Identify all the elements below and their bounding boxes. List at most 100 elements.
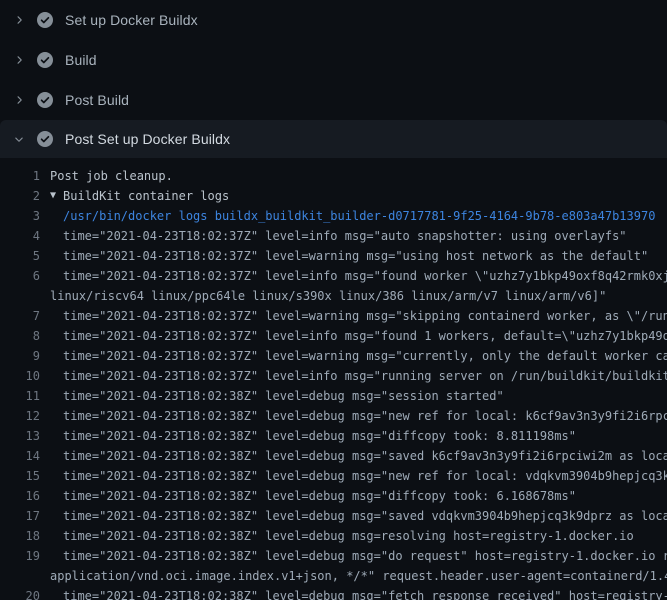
log-row: application/vnd.oci.image.index.v1+json,… xyxy=(0,566,667,586)
log-line-number[interactable]: 2 xyxy=(0,186,40,206)
log-line-number[interactable]: 6 xyxy=(0,266,40,286)
log-row: 6 time="2021-04-23T18:02:37Z" level=info… xyxy=(0,266,667,286)
log-line-text: time="2021-04-23T18:02:37Z" level=warnin… xyxy=(63,306,667,326)
log-row: 10 time="2021-04-23T18:02:37Z" level=inf… xyxy=(0,366,667,386)
chevron-right-icon xyxy=(13,94,25,106)
step-label: Post Set up Docker Buildx xyxy=(65,131,230,147)
log-line-content: time="2021-04-23T18:02:37Z" level=warnin… xyxy=(63,246,667,266)
log-line-text: application/vnd.oci.image.index.v1+json,… xyxy=(50,566,667,586)
log-panel: 1 Post job cleanup. 2 ▼ BuildKit containe… xyxy=(0,158,667,600)
chevron-right-icon xyxy=(13,54,25,66)
step-row-post-build[interactable]: Post Build xyxy=(0,80,667,120)
step-label: Post Build xyxy=(65,92,129,108)
log-line-text: BuildKit container logs xyxy=(63,186,229,206)
log-line-number[interactable]: 12 xyxy=(0,406,40,426)
log-line-number xyxy=(0,566,40,586)
log-line-content: time="2021-04-23T18:02:38Z" level=debug … xyxy=(63,586,667,600)
log-line-number[interactable]: 14 xyxy=(0,446,40,466)
log-row: 4 time="2021-04-23T18:02:37Z" level=info… xyxy=(0,226,667,246)
steps-list: Set up Docker Buildx Build xyxy=(0,0,667,158)
chevron-down-icon xyxy=(13,133,25,145)
log-line-number[interactable]: 5 xyxy=(0,246,40,266)
step-row-build[interactable]: Build xyxy=(0,40,667,80)
log-line-text: time="2021-04-23T18:02:37Z" level=info m… xyxy=(63,266,667,286)
log-row: 12 time="2021-04-23T18:02:38Z" level=deb… xyxy=(0,406,667,426)
log-line-text: time="2021-04-23T18:02:38Z" level=debug … xyxy=(63,386,504,406)
log-line-number xyxy=(0,286,40,306)
log-row: 14 time="2021-04-23T18:02:38Z" level=deb… xyxy=(0,446,667,466)
log-row: 7 time="2021-04-23T18:02:37Z" level=warn… xyxy=(0,306,667,326)
log-line-number[interactable]: 20 xyxy=(0,586,40,600)
step-label: Set up Docker Buildx xyxy=(65,12,198,28)
group-collapse-icon[interactable]: ▼ xyxy=(50,186,56,206)
log-line-content: time="2021-04-23T18:02:38Z" level=debug … xyxy=(63,426,667,446)
log-row: 17 time="2021-04-23T18:02:38Z" level=deb… xyxy=(0,506,667,526)
log-line-content: Post job cleanup. xyxy=(50,166,667,186)
log-line-text: time="2021-04-23T18:02:37Z" level=info m… xyxy=(63,366,667,386)
log-line-text: /usr/bin/docker logs buildx_buildkit_bui… xyxy=(63,206,655,226)
log-row: 11 time="2021-04-23T18:02:38Z" level=deb… xyxy=(0,386,667,406)
log-line-content: time="2021-04-23T18:02:37Z" level=info m… xyxy=(63,266,667,286)
log-line-number[interactable]: 11 xyxy=(0,386,40,406)
log-line-number[interactable]: 10 xyxy=(0,366,40,386)
log-group-toggle-row[interactable]: 2 ▼ BuildKit container logs xyxy=(0,186,667,206)
log-line-number[interactable]: 15 xyxy=(0,466,40,486)
log-line-content: time="2021-04-23T18:02:38Z" level=debug … xyxy=(63,386,667,406)
check-circle-icon xyxy=(37,12,53,28)
log-line-text: time="2021-04-23T18:02:38Z" level=debug … xyxy=(63,486,576,506)
log-line-content: time="2021-04-23T18:02:38Z" level=debug … xyxy=(63,466,667,486)
log-line-number[interactable]: 19 xyxy=(0,546,40,566)
log-row: 1 Post job cleanup. xyxy=(0,166,667,186)
log-line-content: time="2021-04-23T18:02:37Z" level=info m… xyxy=(63,226,667,246)
log-line-content: time="2021-04-23T18:02:38Z" level=debug … xyxy=(63,506,667,526)
log-line-content: ▼ BuildKit container logs xyxy=(50,186,667,206)
check-circle-icon xyxy=(37,92,53,108)
log-line-content: time="2021-04-23T18:02:38Z" level=debug … xyxy=(63,446,667,466)
check-circle-icon xyxy=(37,131,53,147)
log-line-content: time="2021-04-23T18:02:38Z" level=debug … xyxy=(63,486,667,506)
log-line-content: /usr/bin/docker logs buildx_buildkit_bui… xyxy=(63,206,667,226)
log-line-number[interactable]: 8 xyxy=(0,326,40,346)
log-line-text: Post job cleanup. xyxy=(50,166,173,186)
log-line-content: linux/riscv64 linux/ppc64le linux/s390x … xyxy=(50,286,667,306)
log-row: 9 time="2021-04-23T18:02:37Z" level=warn… xyxy=(0,346,667,366)
log-line-text: time="2021-04-23T18:02:37Z" level=warnin… xyxy=(63,346,667,366)
log-line-text: time="2021-04-23T18:02:37Z" level=info m… xyxy=(63,326,667,346)
log-line-content: time="2021-04-23T18:02:37Z" level=info m… xyxy=(63,326,667,346)
log-line-text: time="2021-04-23T18:02:37Z" level=warnin… xyxy=(63,246,648,266)
chevron-right-icon xyxy=(13,14,25,26)
log-line-content: time="2021-04-23T18:02:38Z" level=debug … xyxy=(63,406,667,426)
log-line-content: time="2021-04-23T18:02:38Z" level=debug … xyxy=(63,546,667,566)
check-circle-icon xyxy=(37,52,53,68)
log-line-number[interactable]: 16 xyxy=(0,486,40,506)
log-line-text: time="2021-04-23T18:02:38Z" level=debug … xyxy=(63,466,667,486)
step-row-post-set-up-docker-buildx[interactable]: Post Set up Docker Buildx xyxy=(0,120,667,158)
log-line-number[interactable]: 3 xyxy=(0,206,40,226)
log-line-number[interactable]: 9 xyxy=(0,346,40,366)
log-row: 18 time="2021-04-23T18:02:38Z" level=deb… xyxy=(0,526,667,546)
log-line-number[interactable]: 7 xyxy=(0,306,40,326)
log-line-text: time="2021-04-23T18:02:38Z" level=debug … xyxy=(63,506,667,526)
step-row-set-up-docker-buildx[interactable]: Set up Docker Buildx xyxy=(0,0,667,40)
log-line-content: application/vnd.oci.image.index.v1+json,… xyxy=(50,566,667,586)
log-line-text: time="2021-04-23T18:02:37Z" level=info m… xyxy=(63,226,627,246)
log-line-number[interactable]: 17 xyxy=(0,506,40,526)
log-line-number[interactable]: 13 xyxy=(0,426,40,446)
log-line-text: time="2021-04-23T18:02:38Z" level=debug … xyxy=(63,586,667,600)
log-line-number[interactable]: 4 xyxy=(0,226,40,246)
log-line-text: time="2021-04-23T18:02:38Z" level=debug … xyxy=(63,426,576,446)
log-line-content: time="2021-04-23T18:02:37Z" level=info m… xyxy=(63,366,667,386)
log-line-content: time="2021-04-23T18:02:38Z" level=debug … xyxy=(63,526,667,546)
log-row: 13 time="2021-04-23T18:02:38Z" level=deb… xyxy=(0,426,667,446)
log-row: 19 time="2021-04-23T18:02:38Z" level=deb… xyxy=(0,546,667,566)
log-line-text: time="2021-04-23T18:02:38Z" level=debug … xyxy=(63,546,667,566)
log-row: 8 time="2021-04-23T18:02:37Z" level=info… xyxy=(0,326,667,346)
log-line-text: time="2021-04-23T18:02:38Z" level=debug … xyxy=(63,406,667,426)
log-line-number[interactable]: 18 xyxy=(0,526,40,546)
log-row: 20 time="2021-04-23T18:02:38Z" level=deb… xyxy=(0,586,667,600)
log-row: 3 /usr/bin/docker logs buildx_buildkit_b… xyxy=(0,206,667,226)
log-row: 16 time="2021-04-23T18:02:38Z" level=deb… xyxy=(0,486,667,506)
log-line-number[interactable]: 1 xyxy=(0,166,40,186)
log-line-content: time="2021-04-23T18:02:37Z" level=warnin… xyxy=(63,306,667,326)
log-line-text: time="2021-04-23T18:02:38Z" level=debug … xyxy=(63,526,634,546)
